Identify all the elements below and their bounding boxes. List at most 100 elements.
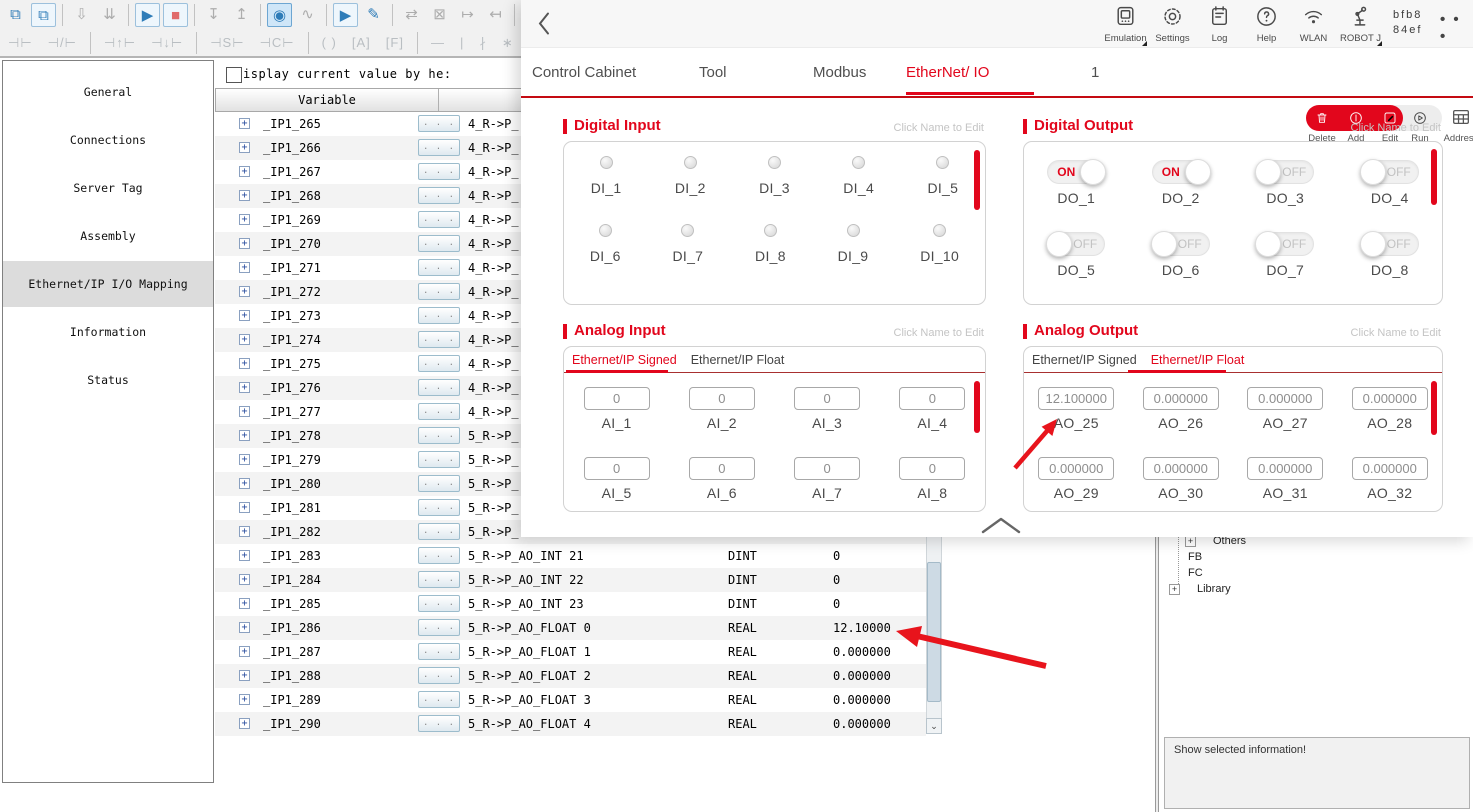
browse-button[interactable]: . . . <box>418 475 460 492</box>
collapse-panel-icon[interactable] <box>979 515 1023 535</box>
channel-label[interactable]: DO_8 <box>1361 262 1419 278</box>
coil-set-icon[interactable]: ⊣S⊢ <box>205 31 249 55</box>
value-box[interactable]: 0.000000 <box>1352 457 1428 480</box>
panel-scrollbar-thumb[interactable] <box>974 381 980 433</box>
channel-label[interactable]: AO_25 <box>1038 415 1114 431</box>
channel-label[interactable]: DI_7 <box>672 248 703 264</box>
expand-icon[interactable]: + <box>239 598 250 609</box>
channel-label[interactable]: DO_4 <box>1361 190 1419 206</box>
subtab-ethernet-ip-float[interactable]: Ethernet/IP Float <box>1151 353 1245 367</box>
channel-label[interactable]: AI_8 <box>899 485 965 501</box>
expand-icon[interactable]: + <box>239 382 250 393</box>
value-box[interactable]: 0.000000 <box>1143 457 1219 480</box>
table-row[interactable]: +_IP1_290. . .5_R->P_AO_FLOAT 4REAL0.000… <box>215 712 926 736</box>
browse-button[interactable]: . . . <box>418 667 460 684</box>
channel-label[interactable]: AO_32 <box>1352 485 1428 501</box>
tree-item-fb[interactable]: FB <box>1188 551 1202 563</box>
expand-icon[interactable]: + <box>239 574 250 585</box>
expand-icon[interactable]: + <box>239 214 250 225</box>
delete-row-icon[interactable]: ↤ <box>483 3 508 27</box>
toggle-do_4[interactable]: OFF <box>1361 160 1419 184</box>
expand-icon[interactable]: + <box>239 166 250 177</box>
value-box[interactable]: 0 <box>689 457 755 480</box>
browse-button[interactable]: . . . <box>418 547 460 564</box>
write-run-icon[interactable]: ▶ <box>333 3 358 27</box>
channel-label[interactable]: DI_1 <box>591 180 622 196</box>
monitor-icon[interactable]: ◉ <box>267 3 292 27</box>
value-box[interactable]: 0.000000 <box>1247 387 1323 410</box>
toggle-do_3[interactable]: OFF <box>1256 160 1314 184</box>
topbar-settings-button[interactable]: Settings <box>1149 4 1196 44</box>
channel-label[interactable]: DO_6 <box>1152 262 1210 278</box>
value-box[interactable]: 0 <box>899 457 965 480</box>
browse-button[interactable]: . . . <box>418 211 460 228</box>
panel-scrollbar-thumb[interactable] <box>974 150 980 210</box>
toggle-knob[interactable] <box>1360 231 1386 257</box>
channel-label[interactable]: AO_29 <box>1038 485 1114 501</box>
browse-button[interactable]: . . . <box>418 139 460 156</box>
expand-icon[interactable]: + <box>239 502 250 513</box>
download-plc-icon[interactable]: ↧ <box>201 3 226 27</box>
browse-button[interactable]: . . . <box>418 187 460 204</box>
value-box[interactable]: 0.000000 <box>1143 387 1219 410</box>
topbar-wlan-button[interactable]: WLAN <box>1290 4 1337 44</box>
stop-icon[interactable]: ■ <box>163 3 188 27</box>
hex-display-checkbox[interactable] <box>226 67 242 83</box>
channel-label[interactable]: AO_28 <box>1352 415 1428 431</box>
expand-icon[interactable]: + <box>239 430 250 441</box>
toggle-knob[interactable] <box>1255 159 1281 185</box>
toggle-knob[interactable] <box>1080 159 1106 185</box>
sidebar-item-server-tag[interactable]: Server Tag <box>3 165 213 211</box>
topbar-robot-button[interactable]: ROBOT J <box>1337 4 1384 44</box>
expand-icon[interactable]: + <box>239 550 250 561</box>
address-icon[interactable] <box>1450 106 1466 122</box>
h-line-icon[interactable]: — <box>426 31 450 55</box>
subtab-ethernet-ip-signed[interactable]: Ethernet/IP Signed <box>572 353 677 367</box>
browse-button[interactable]: . . . <box>418 451 460 468</box>
channel-label[interactable]: DI_4 <box>843 180 874 196</box>
panel-scrollbar-thumb[interactable] <box>1431 381 1437 435</box>
browse-button[interactable]: . . . <box>418 379 460 396</box>
browse-button[interactable]: . . . <box>418 427 460 444</box>
toggle-do_6[interactable]: OFF <box>1152 232 1210 256</box>
channel-label[interactable]: DO_7 <box>1256 262 1314 278</box>
func-f-icon[interactable]: [F] <box>381 31 409 55</box>
expand-icon[interactable]: + <box>239 646 250 657</box>
sidebar-item-status[interactable]: Status <box>3 357 213 403</box>
delete-grid-icon[interactable]: ⊠ <box>427 3 452 27</box>
edit-doc-icon[interactable]: ✎ <box>361 3 386 27</box>
channel-label[interactable]: DI_9 <box>838 248 869 264</box>
channel-label[interactable]: AO_30 <box>1143 485 1219 501</box>
download-all-icon[interactable]: ⇊ <box>97 3 122 27</box>
sidebar-item-assembly[interactable]: Assembly <box>3 213 213 259</box>
tab-modbus[interactable]: Modbus <box>813 64 866 81</box>
browse-button[interactable]: . . . <box>418 355 460 372</box>
table-row[interactable]: +_IP1_286. . .5_R->P_AO_FLOAT 0REAL12.10… <box>215 616 926 640</box>
value-box[interactable]: 0 <box>584 457 650 480</box>
sidebar-item-ethernet-ip-i-o-mapping[interactable]: Ethernet/IP I/O Mapping <box>3 261 213 307</box>
channel-label[interactable]: DI_6 <box>590 248 621 264</box>
expand-icon[interactable]: + <box>239 526 250 537</box>
download-doc-icon[interactable]: ⇩ <box>69 3 94 27</box>
channel-label[interactable]: DO_2 <box>1152 190 1210 206</box>
toggle-do_7[interactable]: OFF <box>1256 232 1314 256</box>
sidebar-item-general[interactable]: General <box>3 69 213 115</box>
channel-label[interactable]: DI_3 <box>759 180 790 196</box>
channel-label[interactable]: AO_27 <box>1247 415 1323 431</box>
contact-open-icon[interactable]: ⊣⊢ <box>3 31 38 55</box>
value-box[interactable]: 0.000000 <box>1352 387 1428 410</box>
toggle-do_2[interactable]: ON <box>1152 160 1210 184</box>
topbar-log-button[interactable]: Log <box>1196 4 1243 44</box>
tab-ethernet-io[interactable]: EtherNet/ IO <box>906 64 989 81</box>
channel-label[interactable]: DO_5 <box>1047 262 1105 278</box>
expand-icon[interactable]: + <box>239 334 250 345</box>
channel-label[interactable]: DI_5 <box>927 180 958 196</box>
browse-button[interactable]: . . . <box>418 571 460 588</box>
tree-item-fc[interactable]: FC <box>1188 567 1203 579</box>
contact-falling-icon[interactable]: ⊣↓⊢ <box>146 31 188 55</box>
expand-icon[interactable]: + <box>239 286 250 297</box>
scroll-down-arrow-icon[interactable]: ⌄ <box>926 718 942 734</box>
topbar-emulation-button[interactable]: Emulation <box>1102 4 1149 44</box>
expand-icon[interactable]: + <box>239 190 250 201</box>
expand-icon[interactable]: + <box>239 622 250 633</box>
